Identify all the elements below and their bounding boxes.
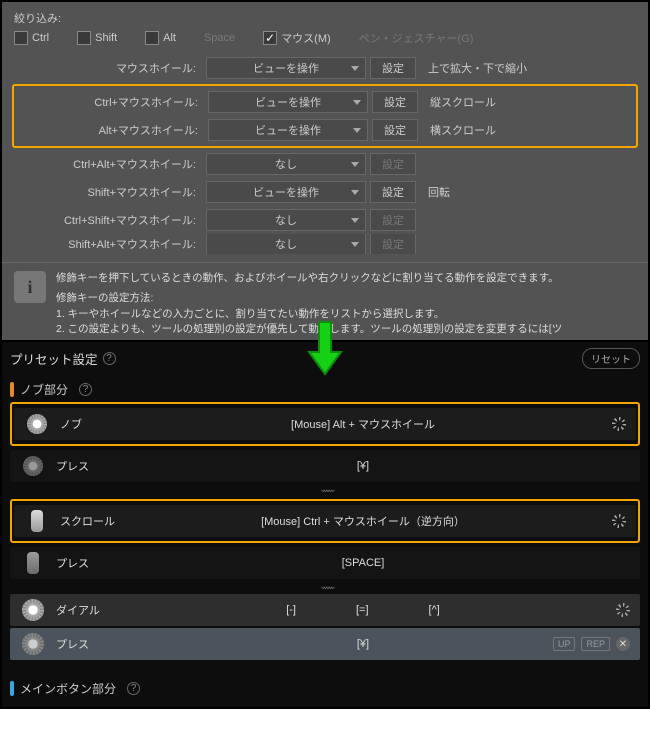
row-binding: [Mouse] Ctrl + マウスホイール（逆方向） [180, 513, 546, 529]
assign-select[interactable]: ビューを操作 [208, 119, 368, 141]
assign-select[interactable]: なし [206, 209, 366, 231]
assign-row: Ctrl+マウスホイール: ビューを操作 設定 縦スクロール [14, 88, 636, 116]
press-icon [23, 456, 43, 476]
preset-settings-panel: プリセット設定 ? リセット ノブ部分 ? ノブ [Mouse] Alt + マ… [0, 340, 650, 709]
row-binding: [SPACE] [176, 557, 550, 569]
assign-settings-button: 設定 [370, 153, 416, 175]
row-name: プレス [56, 458, 176, 474]
reset-button[interactable]: リセット [582, 348, 640, 369]
row-binding: [¥] [176, 638, 550, 650]
assign-settings-button[interactable]: 設定 [372, 91, 418, 113]
spinner-icon [612, 514, 626, 528]
assign-row: Shift+マウスホイール: ビューを操作 設定 回転 [12, 178, 638, 206]
scroll-icon [31, 510, 43, 532]
assign-label: Shift+Alt+マウスホイール: [12, 236, 202, 252]
row-binding: [-] [=] [^] [176, 604, 550, 616]
assign-label: Ctrl+Shift+マウスホイール: [12, 212, 202, 228]
help-icon[interactable]: ? [127, 682, 140, 695]
filter-alt[interactable]: Alt [145, 31, 176, 45]
section-main-button: メインボタン部分 ? [10, 680, 640, 697]
assign-row: Ctrl+Alt+マウスホイール: なし 設定 [12, 150, 638, 178]
assign-label: Shift+マウスホイール: [12, 184, 202, 200]
assign-label: Ctrl+マウスホイール: [14, 94, 204, 110]
row-name: ノブ [60, 416, 180, 432]
preset-row-press[interactable]: プレス [SPACE] [10, 547, 640, 579]
filter-shift[interactable]: Shift [77, 31, 117, 45]
assign-select[interactable]: ビューを操作 [208, 91, 368, 113]
knob-icon [27, 414, 47, 434]
assign-select[interactable]: なし [206, 153, 366, 175]
assign-row: Shift+Alt+マウスホイール: なし 設定 [12, 234, 638, 254]
assign-desc: 縦スクロール [422, 94, 636, 110]
filter-ctrl[interactable]: Ctrl [14, 31, 49, 45]
assign-settings-button[interactable]: 設定 [372, 119, 418, 141]
filter-title: 絞り込み: [14, 10, 636, 26]
assignment-rows: マウスホイール: ビューを操作 設定 上で拡大・下で縮小 Ctrl+マウスホイー… [2, 54, 648, 262]
row-binding: [¥] [176, 460, 550, 472]
assign-desc: 上で拡大・下で縮小 [420, 60, 638, 76]
spinner-icon [616, 603, 630, 617]
row-name: ダイアル [56, 602, 176, 618]
assign-select[interactable]: ビューを操作 [206, 181, 366, 203]
chevron-down-icon [10, 581, 640, 592]
preset-row-press[interactable]: プレス [¥] UP REP ✕ [10, 628, 640, 660]
filter-space: Space [204, 32, 235, 44]
filter-row: 絞り込み: Ctrl Shift Alt Space マウス(M) ペン・ジェス… [2, 8, 648, 54]
info-icon: i [14, 271, 46, 303]
info-box: i 修飾キーを押下しているときの動作、およびホイールや右クリックなどに割り当てる… [2, 262, 648, 346]
close-icon[interactable]: ✕ [616, 637, 630, 651]
row-name: プレス [56, 555, 176, 571]
assign-label: Ctrl+Alt+マウスホイール: [12, 156, 202, 172]
section-mark-icon [10, 382, 14, 397]
modifier-settings-panel: 絞り込み: Ctrl Shift Alt Space マウス(M) ペン・ジェス… [0, 0, 650, 348]
assign-select[interactable]: なし [206, 234, 366, 254]
preset-row-press[interactable]: プレス [¥] [10, 450, 640, 482]
assign-settings-button: 設定 [370, 209, 416, 231]
info-text: 修飾キーを押下しているときの動作、およびホイールや右クリックなどに割り当てる動作… [56, 271, 636, 338]
assign-row: Alt+マウスホイール: ビューを操作 設定 横スクロール [14, 116, 636, 144]
assign-label: マウスホイール: [12, 60, 202, 76]
row-name: プレス [56, 636, 176, 652]
pill-rep[interactable]: REP [581, 637, 610, 651]
row-binding: [Mouse] Alt + マウスホイール [180, 416, 546, 432]
dial-icon [22, 599, 44, 621]
pill-up[interactable]: UP [553, 637, 576, 651]
assign-row: マウスホイール: ビューを操作 設定 上で拡大・下で縮小 [12, 54, 638, 82]
preset-row-scroll[interactable]: スクロール [Mouse] Ctrl + マウスホイール（逆方向） [14, 505, 636, 537]
highlighted-group-top: Ctrl+マウスホイール: ビューを操作 設定 縦スクロール Alt+マウスホイ… [12, 84, 638, 148]
assign-settings-button[interactable]: 設定 [370, 57, 416, 79]
assign-select[interactable]: ビューを操作 [206, 57, 366, 79]
preset-row-knob[interactable]: ノブ [Mouse] Alt + マウスホイール [14, 408, 636, 440]
assign-label: Alt+マウスホイール: [14, 122, 204, 138]
assign-settings-button[interactable]: 設定 [370, 181, 416, 203]
assign-row: Ctrl+Shift+マウスホイール: なし 設定 [12, 206, 638, 234]
assign-settings-button: 設定 [370, 234, 416, 254]
section-knob: ノブ部分 ? [10, 381, 640, 398]
press-icon [27, 552, 39, 574]
preset-title: プリセット設定 [10, 349, 98, 368]
highlighted-row-scroll: スクロール [Mouse] Ctrl + マウスホイール（逆方向） [10, 499, 640, 543]
press-icon [22, 633, 44, 655]
section-mark-icon [10, 681, 14, 696]
spinner-icon [612, 417, 626, 431]
preset-row-dial[interactable]: ダイアル [-] [=] [^] [10, 594, 640, 626]
chevron-down-icon [10, 484, 640, 495]
assign-desc: 回転 [420, 184, 638, 200]
row-name: スクロール [60, 513, 180, 529]
filter-mouse[interactable]: マウス(M) [263, 30, 331, 46]
assign-desc: 横スクロール [422, 122, 636, 138]
highlighted-row-knob: ノブ [Mouse] Alt + マウスホイール [10, 402, 640, 446]
filter-pen: ペン・ジェスチャー(G) [359, 30, 474, 46]
preset-header: プリセット設定 ? リセット [10, 348, 640, 369]
help-icon[interactable]: ? [79, 383, 92, 396]
help-icon[interactable]: ? [103, 352, 116, 365]
